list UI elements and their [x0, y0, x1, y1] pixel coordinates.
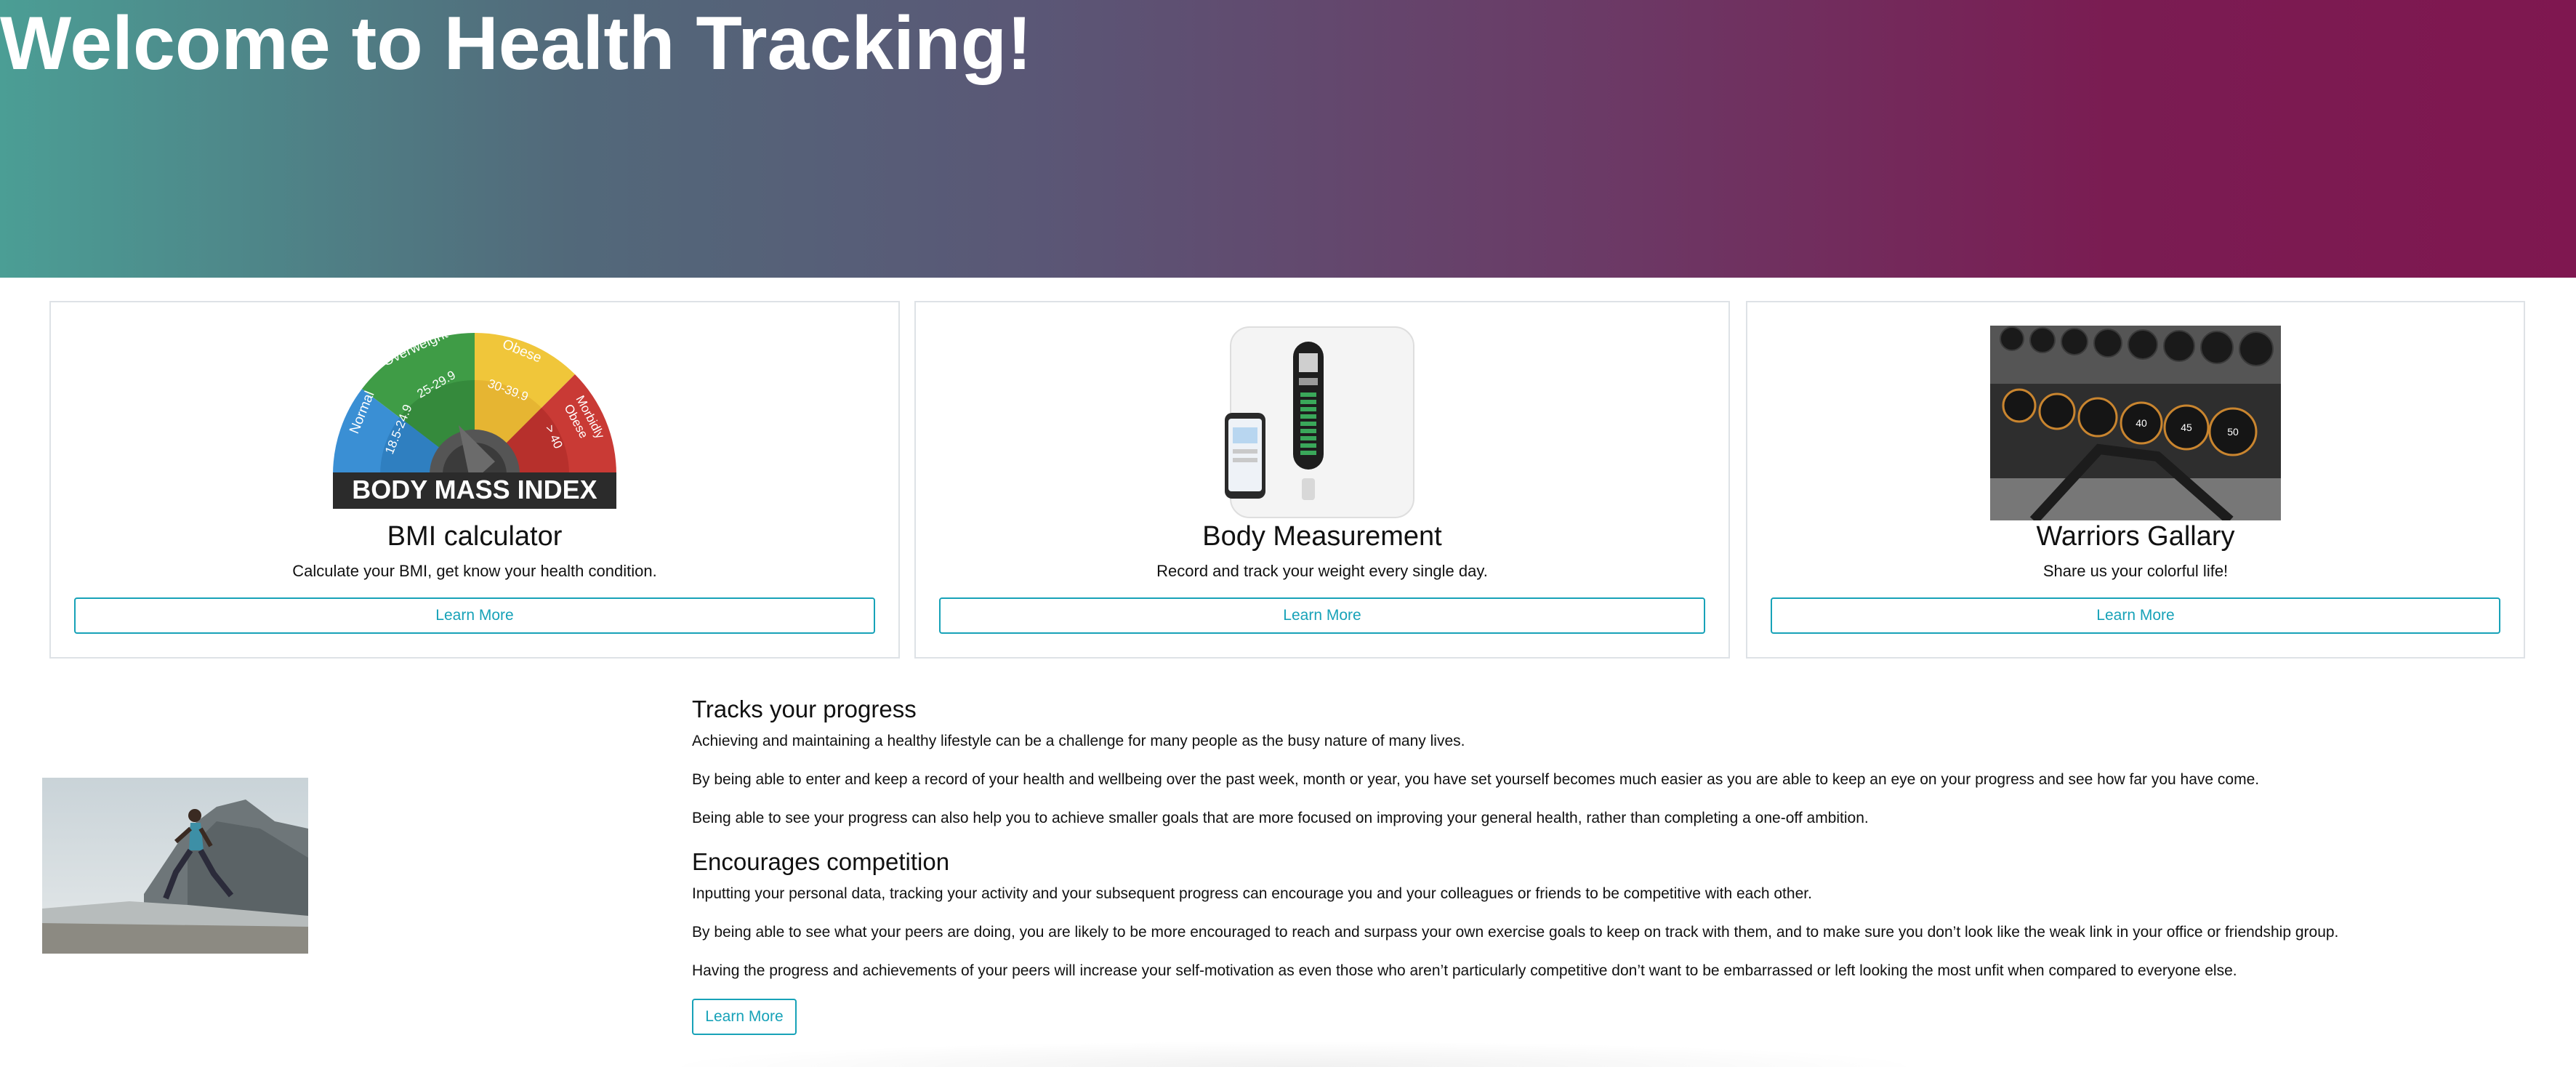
learn-more-button-warriors-gallary[interactable]: Learn More: [1771, 597, 2500, 634]
runner-photo: [42, 778, 308, 954]
dumbbell-rack-icon: 40 45 50: [1990, 326, 2281, 520]
page-title: Welcome to Health Tracking!: [0, 1, 1032, 86]
card-text-body-measurement: Record and track your weight every singl…: [1156, 562, 1488, 580]
card-title-bmi: BMI calculator: [387, 521, 563, 552]
paragraph-competition-2: By being able to see what your peers are…: [692, 924, 2339, 941]
bottom-shadow: [654, 1041, 1933, 1067]
learn-more-button-bmi[interactable]: Learn More: [74, 597, 875, 634]
svg-text:50: 50: [2227, 426, 2239, 438]
card-title-warriors-gallary: Warriors Gallary: [2036, 521, 2235, 552]
card-warriors-gallary: 40 45 50 Warriors Gallary Share us your co…: [1746, 301, 2525, 659]
bmi-banner: BODY MASS INDEX: [352, 475, 597, 504]
card-body-measurement: Body Measurement Record and track your w…: [914, 301, 1730, 659]
card-text-warriors-gallary: Share us your colorful life!: [2042, 562, 2229, 580]
card-bmi-calculator: Normal Overweight Obese Morbidly Obese 1…: [49, 301, 900, 659]
hero-banner: Welcome to Health Tracking!: [0, 0, 2576, 278]
heading-tracks-progress: Tracks your progress: [692, 696, 917, 722]
svg-text:40: 40: [2136, 417, 2147, 429]
bmi-gauge-image: Normal Overweight Obese Morbidly Obese 1…: [333, 326, 616, 509]
card-text-bmi: Calculate your BMI, get know your health…: [292, 562, 657, 580]
paragraph-progress-3: Being able to see your progress can also…: [692, 810, 1869, 826]
paragraph-competition-1: Inputting your personal data, tracking y…: [692, 885, 1812, 902]
paragraph-progress-1: Achieving and maintaining a healthy life…: [692, 733, 1465, 749]
paragraph-competition-3: Having the progress and achievements of …: [692, 962, 2237, 979]
learn-more-button-info[interactable]: Learn More: [692, 999, 797, 1035]
svg-text:45: 45: [2181, 422, 2192, 433]
card-title-body-measurement: Body Measurement: [1202, 521, 1442, 552]
paragraph-progress-2: By being able to enter and keep a record…: [692, 771, 2260, 788]
heading-encourages-competition: Encourages competition: [692, 848, 950, 875]
smart-scale-icon: [1225, 326, 1414, 518]
learn-more-button-body-measurement[interactable]: Learn More: [939, 597, 1705, 634]
